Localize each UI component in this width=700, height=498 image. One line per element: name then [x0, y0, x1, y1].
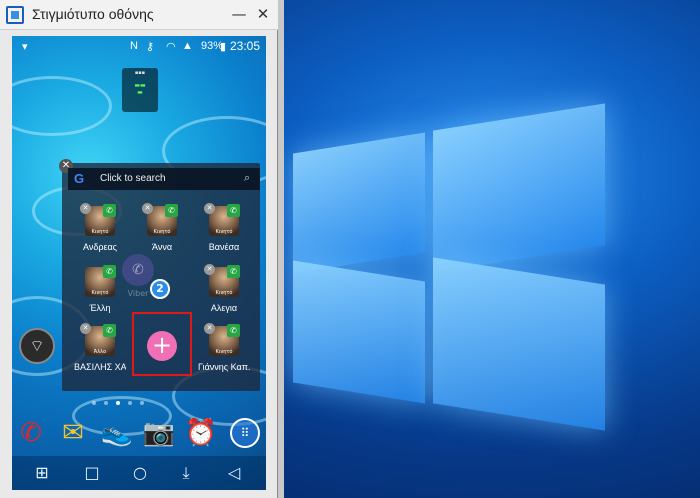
- contact-name: Βανέσα: [208, 242, 240, 252]
- add-contact-button[interactable]: +: [147, 331, 177, 361]
- contact-shortcut[interactable]: Κινητό ✆ ✕ Γιάννης Καπ...: [198, 323, 250, 382]
- remove-icon[interactable]: ✕: [80, 323, 91, 334]
- contact-shortcut[interactable]: Κινητό ✆ ✕ Ανδρεας: [74, 203, 126, 262]
- signal-icon: ▾: [22, 41, 28, 53]
- google-logo-icon: G: [74, 171, 85, 186]
- google-search-bar[interactable]: G Click to search ⌕: [68, 168, 260, 190]
- status-bar: ▾ N ⚷ ◠ ▲ 93% ▮ 23:05: [12, 36, 266, 58]
- contact-name: ΒΑΣΙΛΗΣ ΧΑ...: [74, 362, 126, 372]
- recents-key-icon[interactable]: ⊞: [30, 462, 54, 484]
- contact-name: Ανδρεας: [82, 242, 118, 252]
- home-key-icon[interactable]: □: [80, 462, 104, 484]
- download-key-icon[interactable]: ⤓: [174, 462, 198, 484]
- remove-icon[interactable]: ✕: [204, 264, 215, 275]
- phone-call-icon: ✆: [103, 265, 116, 278]
- phone-call-icon: ✆: [227, 265, 240, 278]
- page-indicator: [92, 390, 192, 405]
- count-badge: 2: [150, 279, 170, 299]
- navigation-bar: ⊞ □ ○ ⤓ ◁: [12, 456, 266, 490]
- background-window-edge: [278, 0, 284, 498]
- remove-icon[interactable]: ✕: [204, 323, 215, 334]
- contact-name: Έλλη: [89, 303, 111, 313]
- phone-call-icon: ✆: [227, 204, 240, 217]
- remove-icon[interactable]: ✕: [142, 203, 153, 214]
- phone-app-icon[interactable]: ✆: [14, 416, 48, 450]
- sneakers-app-icon[interactable]: 👟: [100, 416, 134, 450]
- phone-screen: ▾ N ⚷ ◠ ▲ 93% ▮ 23:05 ▪▪▪ ▬▬ ▬ ✕ G Click…: [12, 36, 266, 490]
- contact-shortcut[interactable]: Κινητό ✆ ✕ Βανέσα: [198, 203, 250, 262]
- wifi-toggle-widget[interactable]: ⌔: [19, 328, 55, 364]
- battery-icon: ▮: [220, 41, 227, 53]
- wifi-icon: ◠: [166, 41, 176, 53]
- email-app-icon[interactable]: ✉: [56, 416, 90, 450]
- contact-shortcut[interactable]: Κινητό ✆ ✕ Αλεγια: [198, 264, 250, 323]
- title-bar[interactable]: Στιγμιότυπο οθόνης — ✕: [0, 0, 278, 30]
- contact-name: Άννα: [151, 242, 173, 252]
- search-key-icon[interactable]: ○: [128, 462, 152, 484]
- search-icon[interactable]: ⌕: [244, 171, 250, 185]
- search-placeholder: Click to search: [100, 173, 166, 184]
- phone-call-icon: ✆: [103, 204, 116, 217]
- contact-name: Γιάννης Καπ...: [198, 362, 250, 372]
- clock: 23:05: [230, 39, 261, 53]
- cell-signal-icon: ▲: [182, 40, 193, 52]
- contact-name: Αλεγια: [210, 303, 238, 313]
- dock: ✆ ✉ 👟 📷 ⏰ ⠿: [12, 412, 266, 456]
- screenshot-window: Στιγμιότυπο οθόνης — ✕ ▾ N ⚷ ◠ ▲ 93% ▮ 2…: [0, 0, 278, 498]
- back-key-icon[interactable]: ◁: [222, 462, 246, 484]
- minimize-button[interactable]: —: [226, 2, 252, 26]
- crop-icon: [6, 6, 24, 24]
- contact-shortcut[interactable]: Κινητό ✆ ✕ Άννα: [136, 203, 188, 262]
- window-title: Στιγμιότυπο οθόνης: [32, 6, 154, 22]
- app-drawer-icon[interactable]: ⠿: [230, 418, 260, 448]
- phone-call-icon: ✆: [165, 204, 178, 217]
- windows-logo: [285, 95, 615, 435]
- key-icon: ⚷: [146, 41, 155, 53]
- phone-call-icon: ✆: [227, 324, 240, 337]
- viber-app-icon: ✆: [122, 254, 154, 286]
- memory-widget[interactable]: ▪▪▪ ▬▬ ▬: [122, 68, 158, 112]
- close-button[interactable]: ✕: [250, 2, 276, 26]
- alarm-app-icon[interactable]: ⏰: [184, 416, 218, 450]
- nfc-icon: N: [130, 40, 138, 52]
- phone-call-icon: ✆: [103, 324, 116, 337]
- remove-icon[interactable]: ✕: [204, 203, 215, 214]
- camera-app-icon[interactable]: 📷: [142, 416, 176, 450]
- contact-shortcut[interactable]: Άλλο ✆ ✕ ΒΑΣΙΛΗΣ ΧΑ...: [74, 323, 126, 382]
- remove-icon[interactable]: ✕: [80, 203, 91, 214]
